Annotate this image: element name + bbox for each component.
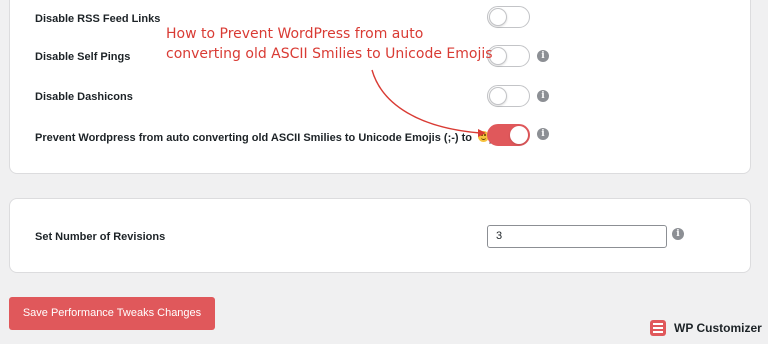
info-icon[interactable]: i — [672, 228, 684, 240]
prevent-emoji-conversion-toggle[interactable] — [487, 124, 530, 146]
revisions-label: Set Number of Revisions — [35, 231, 166, 243]
self-pings-toggle[interactable] — [487, 45, 530, 67]
info-icon[interactable]: i — [537, 90, 549, 102]
wp-customizer-logo-icon — [650, 320, 666, 336]
toggle-knob — [510, 126, 528, 144]
brand-name: WP Customizer — [674, 321, 762, 335]
revisions-input[interactable]: 3 — [487, 225, 667, 248]
toggle-knob — [489, 87, 507, 105]
save-performance-tweaks-button[interactable]: Save Performance Tweaks Changes — [9, 297, 215, 330]
annotation-line-2: converting old ASCII Smilies to Unicode … — [166, 46, 493, 62]
brand-watermark: WP Customizer — [650, 319, 762, 337]
rss-feed-links-toggle[interactable] — [487, 6, 530, 28]
info-icon[interactable]: i — [537, 128, 549, 140]
self-pings-label: Disable Self Pings — [35, 51, 131, 63]
info-icon[interactable]: i — [537, 50, 549, 62]
prevent-emoji-conversion-row: Prevent Wordpress from auto converting o… — [35, 131, 493, 144]
prevent-emoji-conversion-label: Prevent Wordpress from auto converting o… — [35, 132, 472, 144]
rss-feed-links-label: Disable RSS Feed Links — [35, 13, 161, 25]
tutorial-annotation: How to Prevent WordPress from auto conve… — [166, 24, 493, 64]
dashicons-label: Disable Dashicons — [35, 91, 133, 103]
dashicons-toggle[interactable] — [487, 85, 530, 107]
annotation-line-1: How to Prevent WordPress from auto — [166, 26, 424, 42]
